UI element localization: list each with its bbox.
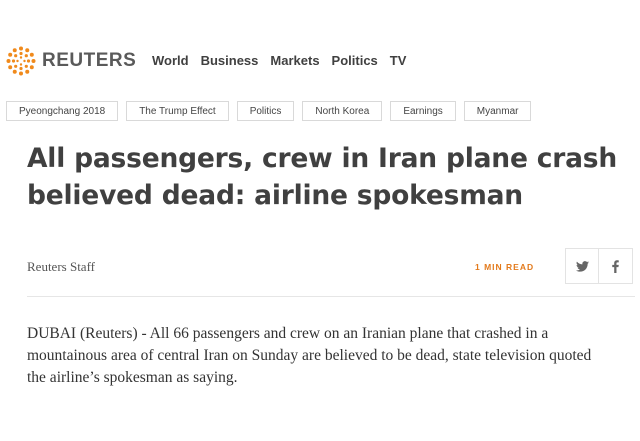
topic-myanmar[interactable]: Myanmar [463,101,532,121]
headline-line: All passengers, crew in Iran plane crash [27,143,618,174]
nav-item-world[interactable]: World [152,53,189,68]
read-time: 1 MIN READ [475,262,535,272]
nav-item-markets[interactable]: Markets [270,53,319,68]
topic-earnings[interactable]: Earnings [390,101,456,121]
headline-line: believed dead: airline spokesman [27,180,523,211]
facebook-share-button[interactable] [599,248,633,284]
author-byline[interactable]: Reuters Staff [27,259,95,275]
main-nav: World Business Markets Politics TV [152,53,418,68]
nav-item-tv[interactable]: TV [390,53,407,68]
twitter-share-button[interactable] [565,248,599,284]
brand-name: REUTERS [42,50,137,71]
nav-item-business[interactable]: Business [201,53,259,68]
topic-pyeongchang-2018[interactable]: Pyeongchang 2018 [6,101,119,121]
reuters-logo-icon [6,46,36,76]
reuters-logo[interactable]: REUTERS [6,46,136,76]
site-header: REUTERS World Business Markets Politics … [0,0,640,90]
article-body: DUBAI (Reuters) - All 66 passengers and … [27,323,627,389]
share-buttons [565,248,633,284]
body-line: mountainous area of central Iran on Sund… [27,347,592,364]
nav-item-politics[interactable]: Politics [332,53,378,68]
topic-the-trump-effect[interactable]: The Trump Effect [126,101,229,121]
trending-topics: Pyeongchang 2018 The Trump Effect Politi… [6,101,539,121]
byline-divider [27,296,635,297]
body-line: the airline’s spokesman as saying. [27,369,238,386]
article-headline: All passengers, crew in Iran plane crash… [27,140,637,214]
topic-politics[interactable]: Politics [236,101,295,121]
topic-north-korea[interactable]: North Korea [302,101,383,121]
twitter-icon [575,260,589,272]
body-line: DUBAI (Reuters) - All 66 passengers and … [27,325,549,342]
facebook-icon [612,259,619,273]
